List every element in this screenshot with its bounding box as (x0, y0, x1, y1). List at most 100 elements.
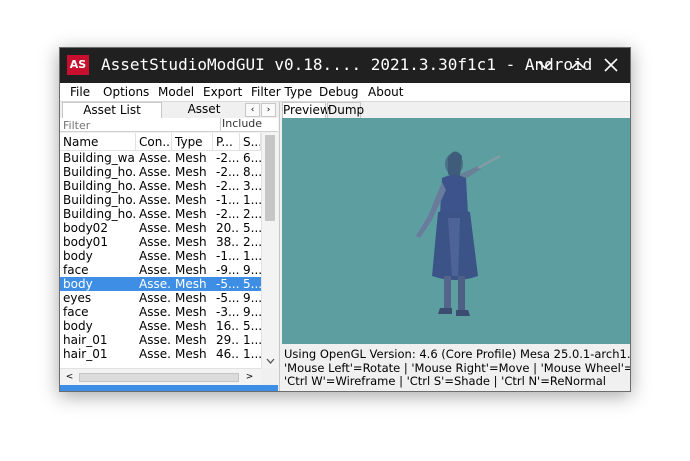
cell-pathid: 29... (216, 333, 240, 347)
cell-name: body01 (63, 235, 108, 249)
cell-container: Asse... (139, 347, 172, 361)
cell-size: 5... (243, 277, 261, 291)
tab-preview[interactable]: Preview (282, 102, 330, 118)
cell-container: Asse... (139, 207, 172, 221)
table-row[interactable]: body01 Asse...Mesh 38...2... (60, 235, 261, 249)
cell-container: Asse... (139, 193, 172, 207)
table-row[interactable]: body02 Asse...Mesh 20...5... (60, 221, 261, 235)
chevron-up-icon (571, 60, 585, 69)
cell-pathid: -2... (216, 151, 240, 165)
table-row[interactable]: body Asse...Mesh -5...5... (60, 277, 261, 291)
cell-pathid: 46... (216, 347, 240, 361)
cell-type: Mesh (175, 291, 207, 305)
scroll-left-button[interactable]: < (63, 371, 76, 383)
column-header-name[interactable]: Name (60, 133, 136, 151)
vertical-scrollbar[interactable] (261, 133, 278, 368)
preview-tab-bar: Preview Dump (280, 102, 630, 118)
maximize-button[interactable] (564, 52, 592, 78)
model-preview-viewport[interactable] (282, 118, 630, 344)
table-row[interactable]: Building_ho...Asse...Mesh -2...8... (60, 165, 261, 179)
minimize-button[interactable] (531, 52, 559, 78)
title-bar[interactable]: AS AssetStudioModGUI v0.18.... 2021.3.30… (60, 48, 630, 83)
column-header-size[interactable]: S... (240, 133, 261, 151)
cell-container: Asse... (139, 305, 172, 319)
filter-input[interactable] (63, 118, 218, 132)
column-header-pathid[interactable]: P... (213, 133, 240, 151)
menu-filter-type[interactable]: Filter Type (251, 84, 312, 101)
table-row[interactable]: Building_ho...Asse...Mesh -2...2... (60, 207, 261, 221)
cell-pathid: 20... (216, 221, 240, 235)
mouse-controls-text: 'Mouse Left'=Rotate | 'Mouse Right'=Move… (284, 360, 631, 375)
table-row[interactable]: body Asse...Mesh 16...5... (60, 319, 261, 333)
tab-scroll-right-button[interactable]: › (261, 103, 276, 117)
window-title: AssetStudioModGUI v0.18.... 2021.3.30f1c… (101, 55, 593, 74)
cell-size: 5... (243, 319, 261, 333)
cell-pathid: -9... (216, 263, 240, 277)
cell-pathid: -1... (216, 193, 240, 207)
include-dropdown[interactable]: Include (222, 118, 262, 132)
table-row[interactable]: Building_wa...Asse...Mesh -2...6... (60, 151, 261, 165)
table-row[interactable]: body Asse...Mesh -1...1... (60, 249, 261, 263)
menu-file[interactable]: File (70, 84, 90, 101)
cell-container: Asse... (139, 263, 172, 277)
table-row[interactable]: face Asse...Mesh -3...9... (60, 305, 261, 319)
cell-name: body (63, 277, 93, 291)
cell-pathid: 16... (216, 319, 240, 333)
column-header-type[interactable]: Type (172, 133, 213, 151)
cell-container: Asse... (139, 333, 172, 347)
cell-type: Mesh (175, 235, 207, 249)
cell-size: 6... (243, 151, 261, 165)
menu-export[interactable]: Export (203, 84, 242, 101)
cell-type: Mesh (175, 277, 207, 291)
table-row[interactable]: eyes Asse...Mesh -5...9... (60, 291, 261, 305)
close-icon (604, 58, 618, 72)
progress-bar (60, 385, 278, 391)
cell-pathid: 38... (216, 235, 240, 249)
keyboard-controls-text: 'Ctrl W'=Wireframe | 'Ctrl S'=Shade | 'C… (284, 374, 607, 388)
tab-asset-list[interactable]: Asset List (62, 102, 162, 118)
cell-name: eyes (63, 291, 92, 305)
table-row[interactable]: Building_ho...Asse...Mesh -2...3... (60, 179, 261, 193)
cell-type: Mesh (175, 207, 207, 221)
menu-debug[interactable]: Debug (319, 84, 358, 101)
tab-dump[interactable]: Dump (327, 102, 364, 118)
close-button[interactable] (597, 52, 625, 78)
table-row[interactable]: Building_ho...Asse...Mesh -1...1... (60, 193, 261, 207)
cell-pathid: -2... (216, 207, 240, 221)
cell-pathid: -2... (216, 165, 240, 179)
vertical-scroll-thumb[interactable] (265, 135, 275, 221)
table-row[interactable]: face Asse...Mesh -9...9... (60, 263, 261, 277)
table-row[interactable]: hair_01 Asse...Mesh 29...1... (60, 333, 261, 347)
filter-divider (220, 118, 221, 132)
progress-fill (60, 385, 278, 391)
column-header-container[interactable]: Con... (136, 133, 172, 151)
cell-container: Asse... (139, 165, 172, 179)
cell-name: Building_ho... (63, 207, 136, 221)
tab-asset-classes[interactable]: Asset Classes (164, 102, 244, 131)
cell-pathid: -5... (216, 291, 240, 305)
preview-info: Using OpenGL Version: 4.6 (Core Profile)… (284, 347, 631, 389)
cell-name: hair_01 (63, 333, 108, 347)
cell-container: Asse... (139, 291, 172, 305)
cell-container: Asse... (139, 221, 172, 235)
cell-type: Mesh (175, 151, 207, 165)
cell-name: Building_ho... (63, 193, 136, 207)
cell-container: Asse... (139, 319, 172, 333)
cell-type: Mesh (175, 193, 207, 207)
filter-row: Include (60, 118, 278, 132)
horizontal-scrollbar[interactable]: < > (60, 368, 261, 385)
cell-pathid: -5... (216, 277, 240, 291)
scroll-right-button[interactable]: > (243, 371, 256, 383)
cell-type: Mesh (175, 347, 207, 361)
tab-scroll-left-button[interactable]: ‹ (245, 103, 260, 117)
menu-options[interactable]: Options (103, 84, 149, 101)
menu-about[interactable]: About (368, 84, 403, 101)
cell-size: 9... (243, 263, 261, 277)
menu-model[interactable]: Model (158, 84, 194, 101)
cell-size: 2... (243, 207, 261, 221)
cell-name: body (63, 319, 93, 333)
cell-name: hair_01 (63, 347, 108, 361)
horizontal-scroll-thumb[interactable] (79, 373, 239, 382)
chevron-down-icon[interactable] (264, 355, 277, 367)
table-row[interactable]: hair_01 Asse...Mesh 46...1... (60, 347, 261, 361)
